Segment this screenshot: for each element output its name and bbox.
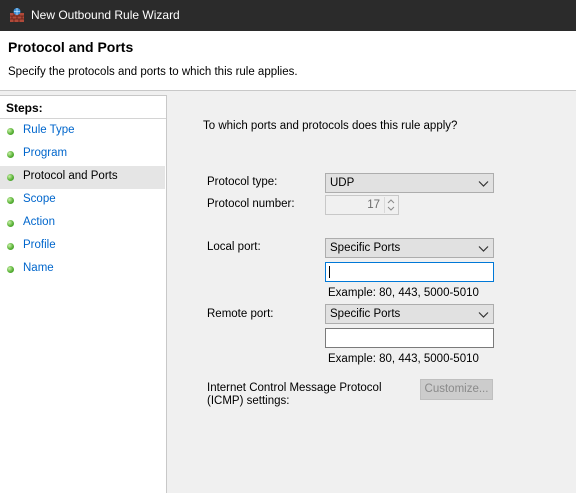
protocol-type-select[interactable]: UDP: [325, 173, 494, 193]
window-title: New Outbound Rule Wizard: [31, 8, 180, 22]
chevron-down-icon: [478, 246, 489, 252]
spin-down-icon[interactable]: [387, 206, 395, 212]
wizard-content: To which ports and protocols does this r…: [167, 95, 576, 492]
step-status-icon: [7, 128, 14, 135]
protocol-number-label: Protocol number:: [207, 198, 295, 210]
remote-port-example: Example: 80, 443, 5000-5010: [328, 353, 479, 365]
spinner-arrows[interactable]: [384, 197, 397, 213]
local-port-value: Specific Ports: [330, 242, 401, 254]
step-rule-type[interactable]: Rule Type: [0, 120, 165, 143]
spin-up-icon[interactable]: [387, 198, 395, 204]
step-label: Program: [23, 147, 68, 159]
step-program[interactable]: Program: [0, 143, 165, 166]
step-name[interactable]: Name: [0, 258, 165, 281]
step-status-icon: [7, 174, 14, 181]
icmp-label-line1: Internet Control Message Protocol: [207, 382, 382, 394]
local-port-select[interactable]: Specific Ports: [325, 238, 494, 258]
protocol-type-label: Protocol type:: [207, 176, 278, 188]
step-status-icon: [7, 197, 14, 204]
page-subtitle: Specify the protocols and ports to which…: [8, 66, 298, 78]
steps-panel: Steps: Rule Type Program Protocol and Po…: [0, 95, 167, 493]
protocol-number-spinner[interactable]: 17: [325, 195, 399, 215]
step-label: Scope: [23, 193, 56, 205]
icmp-label-line2: (ICMP) settings:: [207, 395, 290, 407]
step-label: Name: [23, 262, 54, 274]
steps-divider: [0, 118, 166, 119]
title-bar: New Outbound Rule Wizard: [0, 0, 576, 31]
step-status-icon: [7, 243, 14, 250]
protocol-number-value: 17: [367, 199, 380, 211]
step-label: Protocol and Ports: [23, 170, 118, 182]
local-port-example: Example: 80, 443, 5000-5010: [328, 287, 479, 299]
step-profile[interactable]: Profile: [0, 235, 165, 258]
text-caret: [329, 266, 330, 278]
step-label: Rule Type: [23, 124, 75, 136]
customize-button[interactable]: Customize...: [420, 379, 493, 400]
local-port-input[interactable]: [325, 262, 494, 282]
firewall-wizard-icon: [10, 8, 24, 22]
step-status-icon: [7, 151, 14, 158]
step-status-icon: [7, 220, 14, 227]
step-label: Action: [23, 216, 55, 228]
chevron-down-icon: [478, 181, 489, 187]
steps-title: Steps:: [6, 101, 43, 115]
wizard-header: Protocol and Ports Specify the protocols…: [0, 31, 576, 91]
chevron-down-icon: [478, 312, 489, 318]
step-action[interactable]: Action: [0, 212, 165, 235]
protocol-type-value: UDP: [330, 177, 355, 189]
local-port-label: Local port:: [207, 241, 261, 253]
remote-port-value: Specific Ports: [330, 308, 401, 320]
step-protocol-and-ports[interactable]: Protocol and Ports: [0, 166, 165, 189]
page-title: Protocol and Ports: [8, 39, 134, 55]
remote-port-select[interactable]: Specific Ports: [325, 304, 494, 324]
remote-port-label: Remote port:: [207, 308, 274, 320]
step-label: Profile: [23, 239, 56, 251]
question-text: To which ports and protocols does this r…: [203, 120, 458, 132]
step-scope[interactable]: Scope: [0, 189, 165, 212]
step-status-icon: [7, 266, 14, 273]
remote-port-input[interactable]: [325, 328, 494, 348]
